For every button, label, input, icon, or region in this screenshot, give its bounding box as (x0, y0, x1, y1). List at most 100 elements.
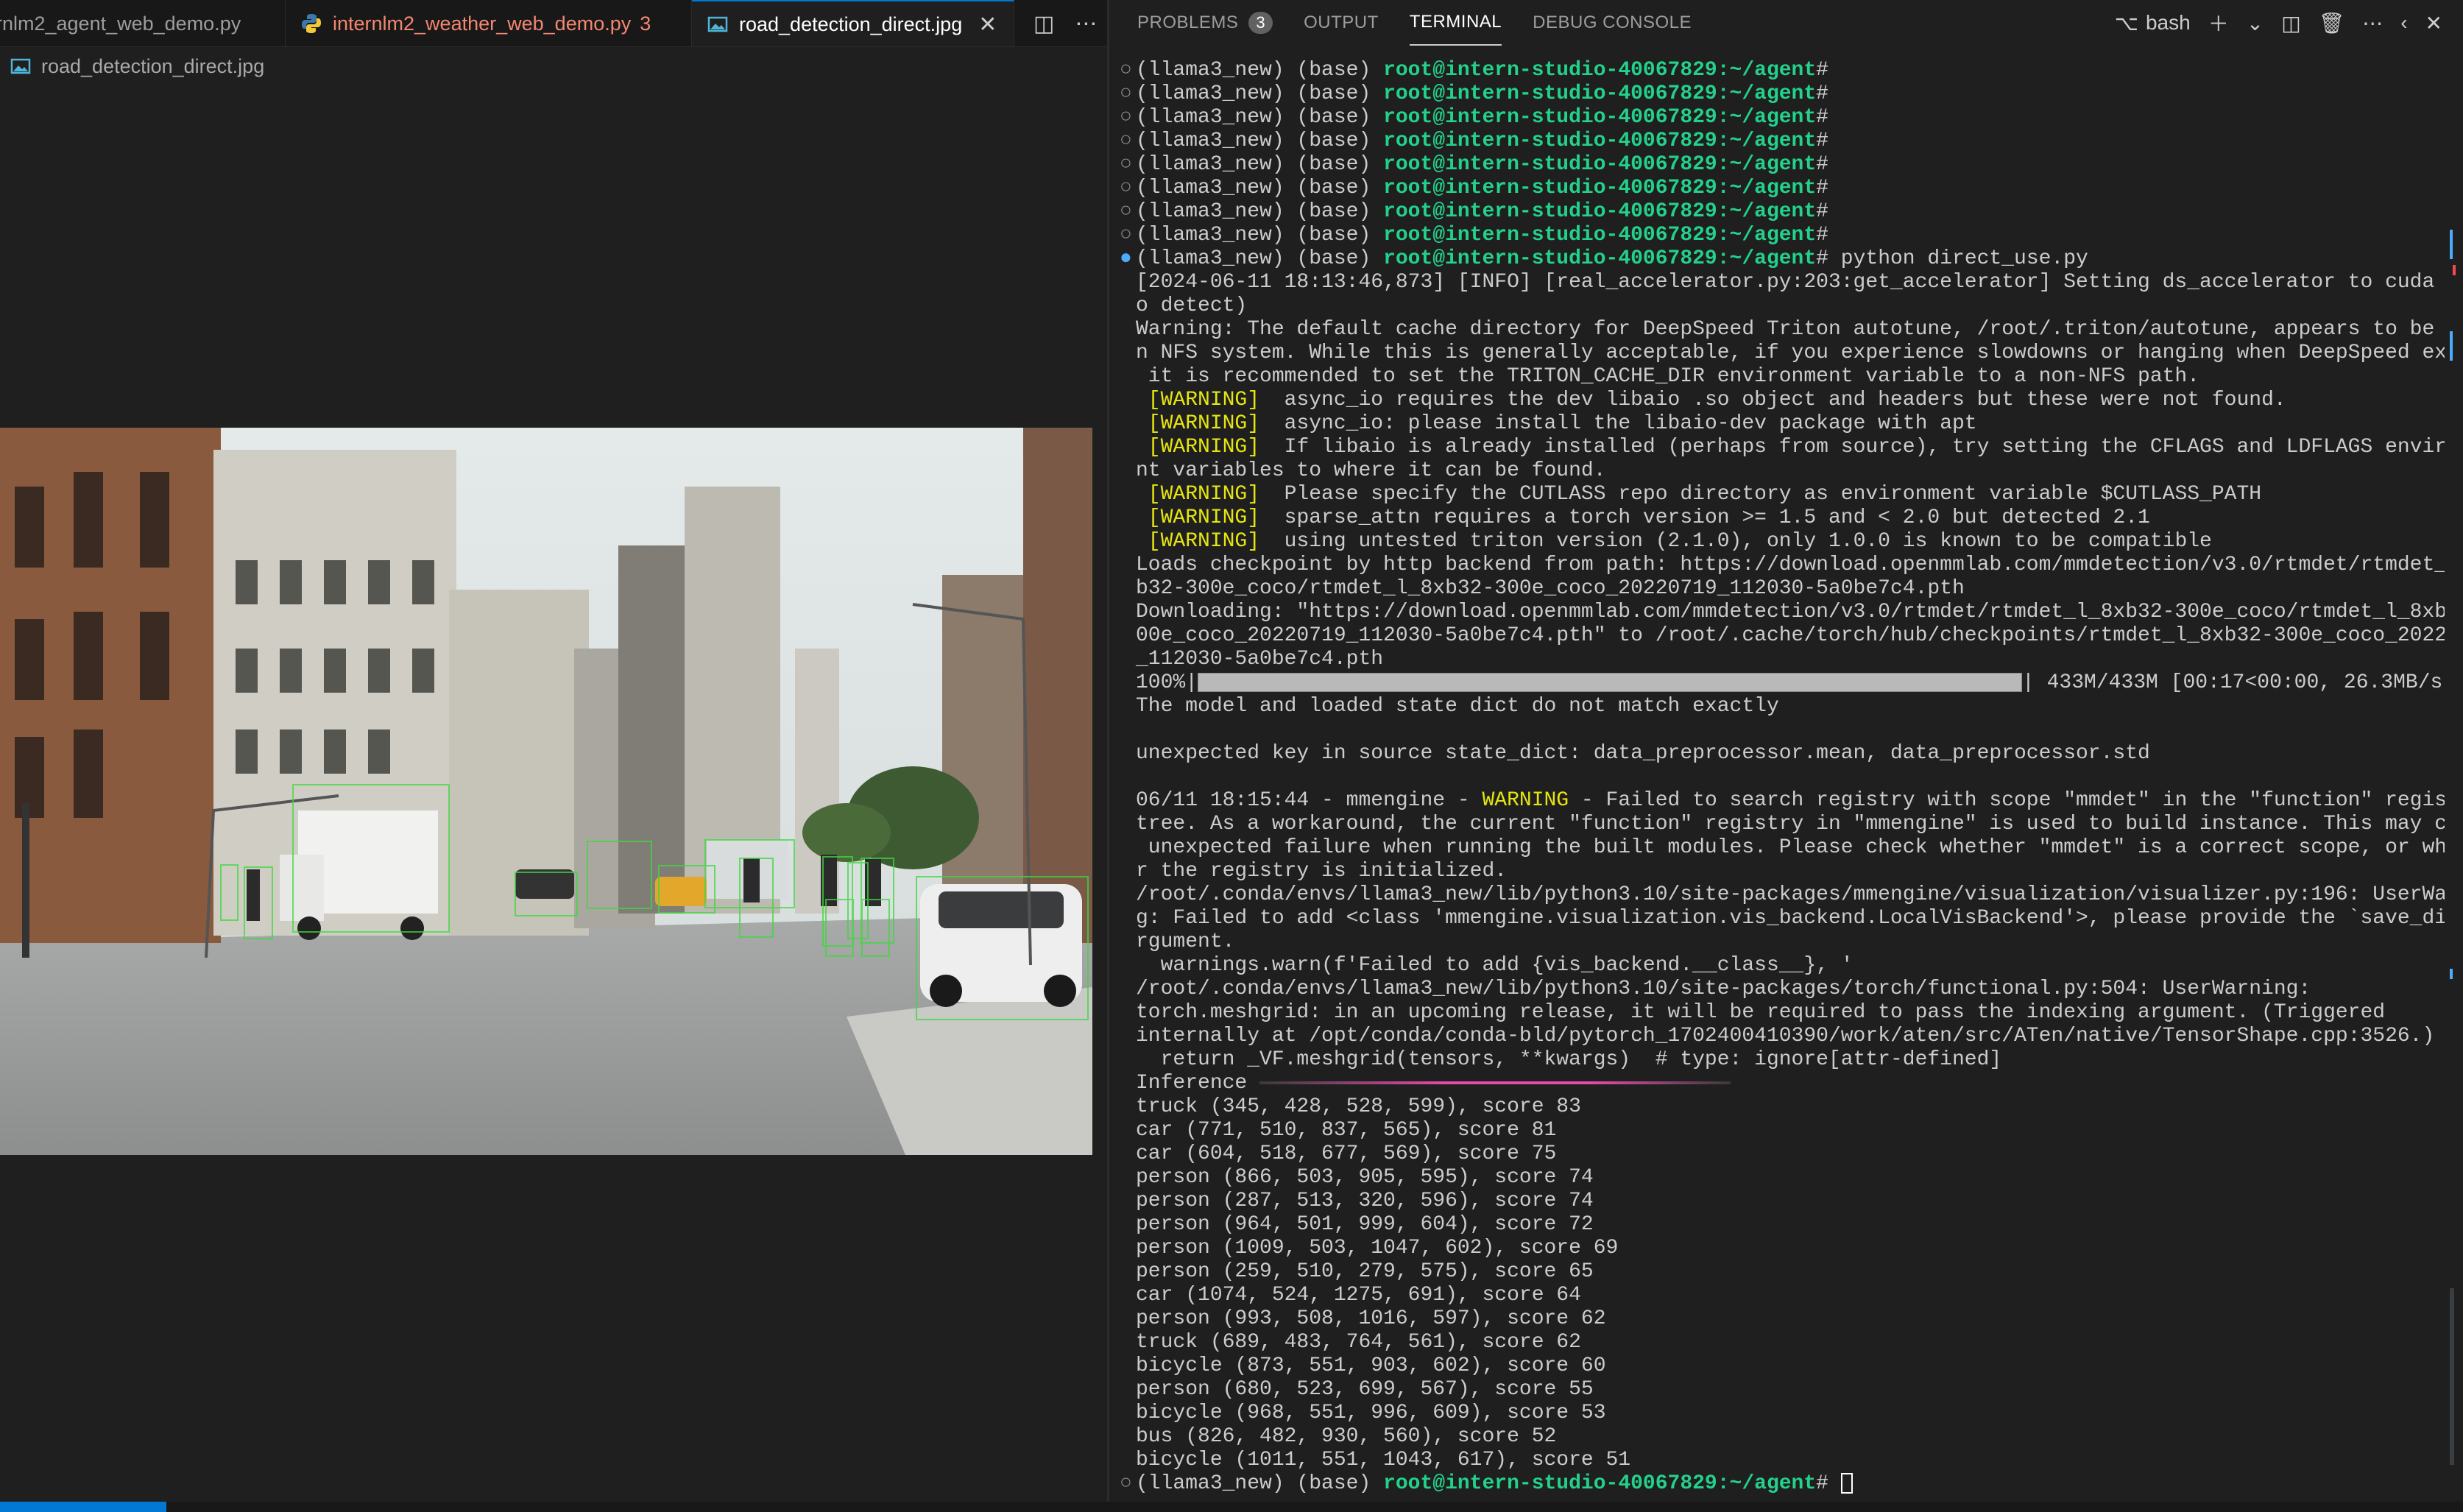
terminal-line: 00e_coco_20220719_112030-5a0be7c4.pth" t… (1120, 624, 2445, 648)
line-text: r the registry is initialized. (1136, 860, 1508, 883)
terminal-shell-selector[interactable]: ⌥ bash (2115, 11, 2191, 35)
tab-debug-console-label: DEBUG CONSOLE (1533, 13, 1692, 32)
line-text: Downloading: "https://download.openmmlab… (1136, 601, 2445, 623)
line-text: bus (826, 482, 930, 560), score 52 (1136, 1425, 1557, 1448)
close-icon[interactable]: ✕ (978, 12, 997, 38)
status-bar (0, 1502, 2463, 1512)
terminal-line: truck (345, 428, 528, 599), score 83 (1120, 1095, 2445, 1119)
prompt-path: root@intern-studio-40067829:~/agent (1383, 247, 1817, 270)
terminal-line: g: Failed to add <class 'mmengine.visual… (1120, 907, 2445, 930)
terminal-line: rgument. (1120, 930, 2445, 954)
line-text: return _VF.meshgrid(tensors, **kwargs) #… (1136, 1048, 2002, 1071)
image-file-icon (10, 58, 31, 74)
prompt-line: ● (llama3_new) (base) root@intern-studio-… (1120, 247, 2445, 271)
prompt-symbol: # (1816, 130, 1828, 152)
close-icon[interactable]: ✕ (2425, 11, 2442, 35)
chevron-down-icon[interactable]: ⌄ (2247, 11, 2264, 35)
prompt-path: root@intern-studio-40067829:~/agent (1383, 153, 1817, 176)
panel-actions: ⌥ bash ＋ ⌄ ◫ 🗑 ⋯ ‹ ✕ (2115, 0, 2442, 46)
tab-output[interactable]: OUTPUT (1304, 0, 1379, 46)
prompt-path: root@intern-studio-40067829:~/agent (1383, 106, 1817, 129)
warning-line: [WARNING] If libaio is already installed… (1120, 436, 2445, 459)
maximize-panel-icon[interactable]: ‹ (2400, 11, 2407, 35)
prompt-path: root@intern-studio-40067829:~/agent (1383, 130, 1817, 152)
prompt-env: (llama3_new) (base) (1136, 153, 1384, 176)
line-text: person (866, 503, 905, 595), score 74 (1136, 1166, 1594, 1189)
warning-tag: [WARNING] (1136, 436, 1272, 459)
terminal-line: unexpected key in source state_dict: dat… (1120, 742, 2445, 766)
panel-tab-bar: PROBLEMS 3 OUTPUT TERMINAL DEBUG CONSOLE… (1109, 0, 2463, 46)
tab-label: rnlm2_agent_web_demo.py (0, 12, 241, 35)
terminal-line: n NFS system. While this is generally ac… (1120, 342, 2445, 365)
line-text: person (1009, 503, 1047, 602), score 69 (1136, 1237, 1619, 1260)
terminal-line: person (993, 508, 1016, 597), score 62 (1120, 1307, 2445, 1331)
prompt-env: (llama3_new) (base) (1136, 247, 1384, 270)
tab-agent-web-demo[interactable]: rnlm2_agent_web_demo.py (0, 0, 286, 46)
line-text: internally at /opt/conda/conda-bld/pytor… (1136, 1025, 2435, 1048)
terminal-scrollbar[interactable] (2450, 221, 2456, 1472)
warning-text: sparse_attn requires a torch version >= … (1271, 506, 2150, 529)
split-terminal-icon[interactable]: ◫ (2281, 11, 2300, 35)
tab-road-detection-image[interactable]: road_detection_direct.jpg ✕ (692, 0, 1014, 46)
warning-text: If libaio is already installed (perhaps … (1271, 436, 2445, 459)
warning-line: [WARNING] Please specify the CUTLASS rep… (1120, 483, 2445, 506)
editor-tab-bar: rnlm2_agent_web_demo.py internlm2_weathe… (0, 0, 1107, 47)
more-actions-icon[interactable]: ⋯ (1075, 11, 1097, 37)
breadcrumb-file[interactable]: road_detection_direct.jpg (41, 55, 264, 78)
terminal-output[interactable]: ○ (llama3_new) (base) root@intern-studio-… (1120, 59, 2445, 1502)
terminal-line: return _VF.meshgrid(tensors, **kwargs) #… (1120, 1048, 2445, 1072)
line-text: The model and loaded state dict do not m… (1136, 695, 1779, 718)
tab-weather-web-demo[interactable]: internlm2_weather_web_demo.py 3 (286, 0, 692, 46)
prompt-path: root@intern-studio-40067829:~/agent (1383, 200, 1817, 223)
line-text: [2024-06-11 18:13:46,873] [INFO] [real_a… (1136, 271, 2445, 294)
terminal-line: car (771, 510, 837, 565), score 81 (1120, 1119, 2445, 1142)
trash-icon[interactable]: 🗑 (2319, 11, 2345, 35)
command-decoration-icon: ○ (1120, 153, 1132, 176)
terminal-line: b32-300e_coco/rtmdet_l_8xb32-300e_coco_2… (1120, 577, 2445, 601)
line-text: 00e_coco_20220719_112030-5a0be7c4.pth" t… (1136, 624, 2445, 647)
prompt-env: (llama3_new) (base) (1136, 224, 1384, 247)
terminal-line: car (1074, 524, 1275, 691), score 64 (1120, 1284, 2445, 1307)
terminal-line: bus (826, 482, 930, 560), score 52 (1120, 1425, 2445, 1449)
line-text: bicycle (1011, 551, 1043, 617), score 51 (1136, 1449, 1631, 1472)
prompt-symbol: # (1816, 200, 1828, 223)
log-message: - Failed to search registry with scope "… (1569, 789, 2445, 812)
line-text: nt variables to where it can be found. (1136, 459, 1606, 482)
terminal-line: /root/.conda/envs/llama3_new/lib/python3… (1120, 978, 2445, 1001)
line-text: tree. As a workaround, the current "func… (1136, 813, 2445, 836)
warning-tag: [WARNING] (1136, 506, 1272, 529)
line-text: unexpected failure when running the buil… (1136, 836, 2445, 859)
more-actions-icon[interactable]: ⋯ (2362, 11, 2383, 35)
remote-indicator[interactable] (0, 1502, 166, 1512)
terminal-line: unexpected failure when running the buil… (1120, 836, 2445, 860)
line-text: g: Failed to add <class 'mmengine.visual… (1136, 907, 2445, 930)
tab-debug-console[interactable]: DEBUG CONSOLE (1533, 0, 1692, 46)
mmengine-warning-line: 06/11 18:15:44 - mmengine - WARNING - Fa… (1120, 789, 2445, 813)
warning-line: [WARNING] using untested triton version … (1120, 530, 2445, 554)
tab-terminal[interactable]: TERMINAL (1409, 0, 1502, 46)
line-text: warnings.warn(f'Failed to add {vis_backe… (1136, 954, 1854, 977)
new-terminal-icon[interactable]: ＋ (2208, 8, 2229, 38)
panel: PROBLEMS 3 OUTPUT TERMINAL DEBUG CONSOLE… (1109, 0, 2463, 1502)
prompt-line: ○ (llama3_new) (base) root@intern-studio-… (1120, 224, 2445, 247)
command-text: python direct_use.py (1828, 247, 2088, 270)
inference-label: Inference (1136, 1072, 1260, 1095)
prompt-symbol: # (1816, 177, 1828, 199)
prompt-path: root@intern-studio-40067829:~/agent (1383, 59, 1817, 82)
warning-line: [WARNING] sparse_attn requires a torch v… (1120, 506, 2445, 530)
command-decoration-icon: ● (1120, 247, 1132, 270)
line-text: car (604, 518, 677, 569), score 75 (1136, 1142, 1557, 1165)
line-text: car (771, 510, 837, 565), score 81 (1136, 1119, 1557, 1142)
line-text: o detect) (1136, 294, 1248, 317)
prompt-env: (llama3_new) (base) (1136, 130, 1384, 152)
split-editor-icon[interactable]: ◫ (1033, 11, 1054, 37)
terminal-line: torch.meshgrid: in an upcoming release, … (1120, 1001, 2445, 1025)
tab-problems[interactable]: PROBLEMS 3 (1137, 0, 1273, 46)
terminal-line: person (866, 503, 905, 595), score 74 (1120, 1166, 2445, 1190)
terminal-cursor (1840, 1472, 1853, 1494)
prompt-symbol: # (1816, 247, 1828, 270)
line-text: n NFS system. While this is generally ac… (1136, 342, 2445, 364)
line-text: b32-300e_coco/rtmdet_l_8xb32-300e_coco_2… (1136, 577, 1965, 600)
warning-line: [WARNING] async_io: please install the l… (1120, 412, 2445, 436)
terminal-line: truck (689, 483, 764, 561), score 62 (1120, 1331, 2445, 1354)
